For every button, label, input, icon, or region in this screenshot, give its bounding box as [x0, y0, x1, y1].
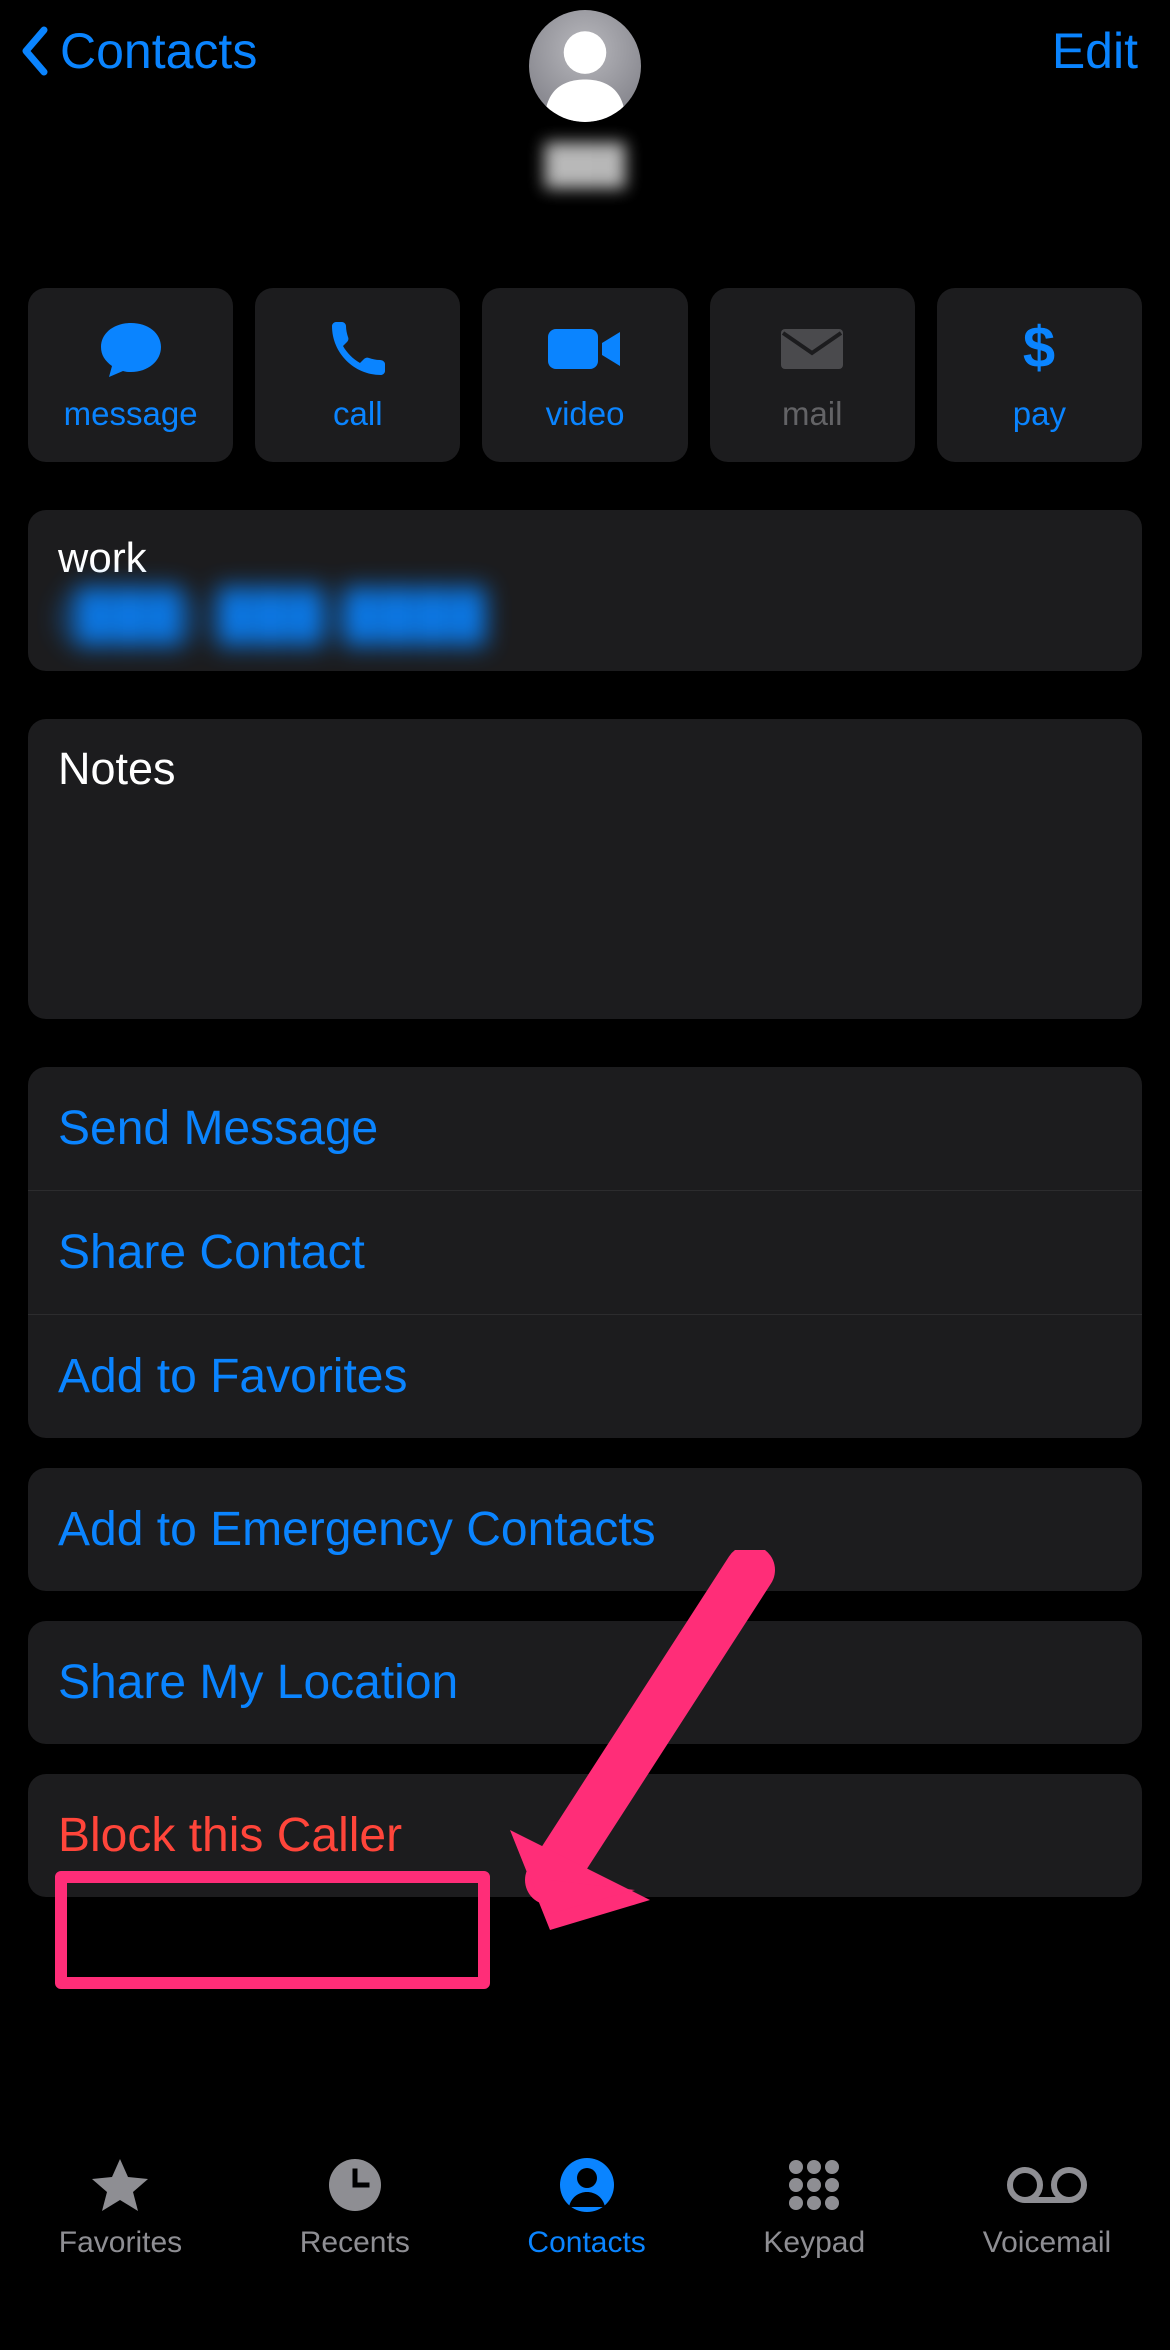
voicemail-icon [1007, 2165, 1087, 2205]
block-card: Block this Caller [28, 1774, 1142, 1897]
tab-recents[interactable]: Recents [300, 2156, 410, 2260]
block-caller-button[interactable]: Block this Caller [28, 1774, 1142, 1897]
tab-label: Contacts [527, 2226, 645, 2260]
share-contact-button[interactable]: Share Contact [28, 1190, 1142, 1314]
phone-icon [330, 321, 386, 377]
action-tiles: message call video mail $ pay [0, 288, 1170, 462]
send-message-button[interactable]: Send Message [28, 1067, 1142, 1190]
tab-label: Voicemail [983, 2226, 1111, 2260]
back-button[interactable]: Contacts [20, 22, 257, 80]
add-emergency-button[interactable]: Add to Emergency Contacts [28, 1468, 1142, 1591]
contact-icon [559, 2157, 615, 2213]
annotation-arrow-icon [490, 1550, 810, 1970]
dollar-icon: $ [1019, 317, 1059, 381]
tab-favorites[interactable]: Favorites [59, 2156, 182, 2260]
avatar[interactable] [529, 10, 641, 122]
tab-bar: Favorites Recents Contacts Keypad Voicem… [0, 2120, 1170, 2350]
message-icon [97, 319, 165, 379]
add-favorites-button[interactable]: Add to Favorites [28, 1314, 1142, 1438]
share-location-button[interactable]: Share My Location [28, 1621, 1142, 1744]
actions-card-1: Send Message Share Contact Add to Favori… [28, 1067, 1142, 1438]
mail-icon [779, 325, 845, 373]
tile-label: video [546, 395, 625, 433]
tile-label: pay [1013, 395, 1066, 433]
person-icon [529, 10, 641, 122]
tile-label: mail [782, 395, 843, 433]
phone-type-label: work [58, 534, 1112, 582]
keypad-icon [786, 2157, 842, 2213]
mail-tile[interactable]: mail [710, 288, 915, 462]
phone-card[interactable]: work (███) ███-████ [28, 510, 1142, 671]
location-card: Share My Location [28, 1621, 1142, 1744]
tile-label: call [333, 395, 383, 433]
pay-tile[interactable]: $ pay [937, 288, 1142, 462]
tab-keypad[interactable]: Keypad [763, 2156, 865, 2260]
clock-icon [327, 2157, 383, 2213]
tab-voicemail[interactable]: Voicemail [983, 2156, 1111, 2260]
contact-name: ███ [529, 144, 641, 187]
tab-label: Recents [300, 2226, 410, 2260]
video-icon [546, 325, 624, 373]
contact-header: ███ [529, 10, 641, 187]
call-tile[interactable]: call [255, 288, 460, 462]
emergency-card: Add to Emergency Contacts [28, 1468, 1142, 1591]
notes-card[interactable]: Notes [28, 719, 1142, 1019]
message-tile[interactable]: message [28, 288, 233, 462]
back-label: Contacts [60, 22, 257, 80]
tab-label: Favorites [59, 2226, 182, 2260]
phone-number: (███) ███-████ [58, 588, 1112, 643]
tab-label: Keypad [763, 2226, 865, 2260]
edit-button[interactable]: Edit [1052, 22, 1138, 80]
tab-contacts[interactable]: Contacts [527, 2156, 645, 2260]
tile-label: message [64, 395, 198, 433]
video-tile[interactable]: video [482, 288, 687, 462]
star-icon [90, 2157, 150, 2213]
chevron-left-icon [20, 26, 48, 76]
navbar: Contacts ███ Edit [0, 0, 1170, 110]
svg-text:$: $ [1023, 317, 1055, 380]
notes-label: Notes [58, 743, 1112, 795]
